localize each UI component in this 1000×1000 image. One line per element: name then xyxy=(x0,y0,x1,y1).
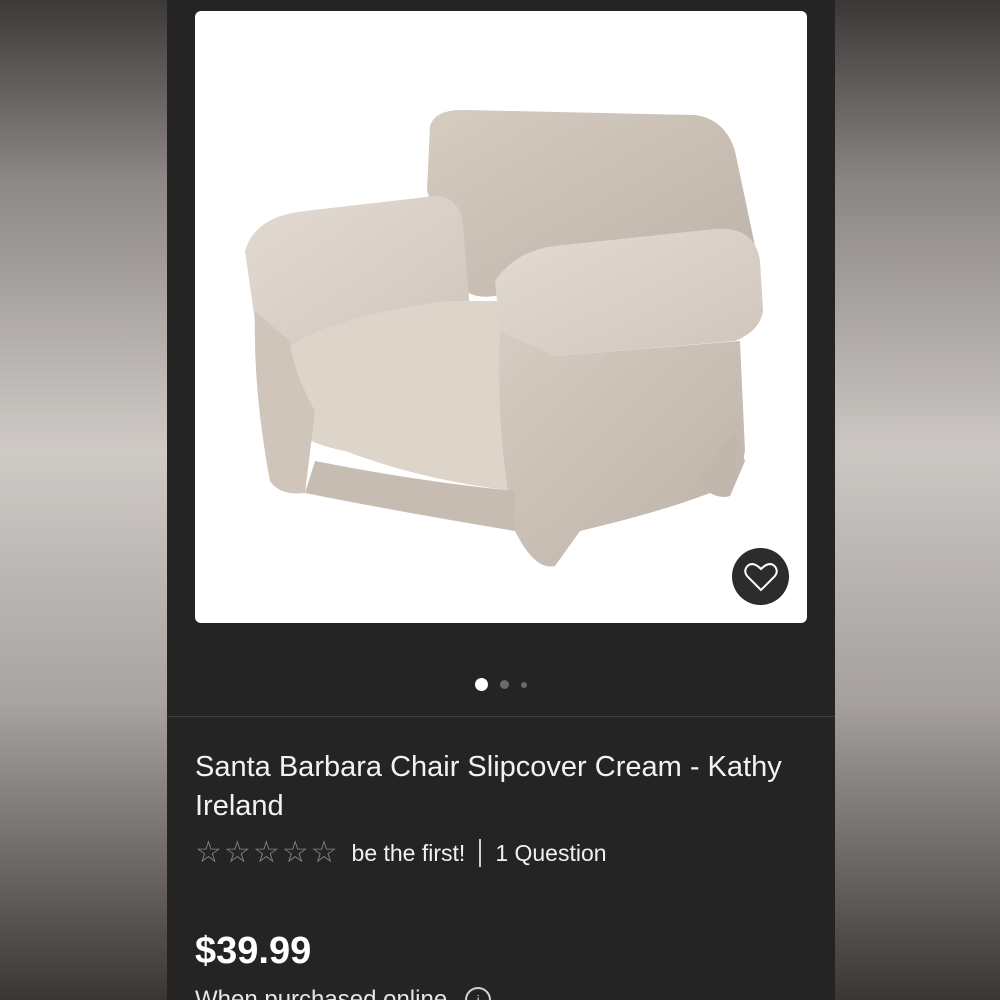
rating-stars[interactable]: ☆ ☆ ☆ ☆ ☆ xyxy=(195,836,338,870)
carousel-dot-2[interactable] xyxy=(500,680,509,689)
star-outline-icon: ☆ xyxy=(223,836,251,869)
carousel-dot-3[interactable] xyxy=(521,681,527,688)
product-title: Santa Barbara Chair Slipcover Cream - Ka… xyxy=(195,751,782,822)
star-outline-icon: ☆ xyxy=(252,836,280,869)
product-page: Santa Barbara Chair Slipcover Cream - Ka… xyxy=(167,0,835,1000)
heart-icon xyxy=(743,562,778,591)
questions-link[interactable]: 1 Question xyxy=(495,840,606,867)
product-price: $39.99 xyxy=(195,930,312,972)
favorite-button[interactable] xyxy=(732,548,789,605)
star-outline-icon: ☆ xyxy=(281,836,309,869)
product-image-card[interactable] xyxy=(195,11,807,623)
blurred-background-right xyxy=(835,0,1000,1000)
star-outline-icon: ☆ xyxy=(310,836,338,869)
price-note-row: When purchased online i xyxy=(195,986,492,1000)
rating-row: ☆ ☆ ☆ ☆ ☆ be the first! 1 Question xyxy=(195,836,607,870)
separator xyxy=(479,839,482,867)
blurred-background-left xyxy=(0,0,167,1000)
price-note: When purchased online xyxy=(195,986,448,1000)
carousel-dot-1[interactable] xyxy=(475,678,488,691)
star-outline-icon: ☆ xyxy=(195,836,222,869)
info-icon[interactable]: i xyxy=(465,987,492,1000)
review-prompt-link[interactable]: be the first! xyxy=(352,840,466,867)
divider xyxy=(167,716,835,717)
carousel-indicator[interactable] xyxy=(167,678,835,691)
product-image-chair xyxy=(245,109,763,567)
